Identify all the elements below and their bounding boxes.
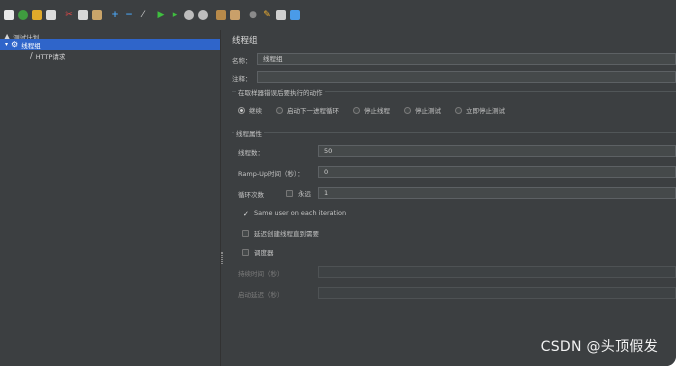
toggle-icon[interactable]: ⁄	[138, 10, 148, 20]
scheduler-label: 调度器	[254, 249, 274, 257]
rampup-field[interactable]: 0	[318, 166, 676, 178]
same-user-label: Same user on each iteration	[254, 209, 347, 217]
copy-icon[interactable]	[78, 10, 88, 20]
loop-forever-label: 永远	[298, 190, 311, 198]
rampup-label: Ramp-Up时间（秒）：	[238, 170, 304, 178]
on-error-option-stop-test-now[interactable]: 立即停止测试	[455, 105, 505, 115]
clear-all-icon[interactable]	[230, 10, 240, 20]
thread-group-panel: 线程组 名称： 线程组 注释： 在取样器错误后要执行的动作 继续 启动下一进程循…	[224, 30, 676, 366]
expand-toggle-icon[interactable]: ▾	[5, 41, 8, 49]
remove-icon[interactable]: −	[124, 10, 134, 20]
radio-button[interactable]	[353, 106, 360, 114]
on-error-option-stop-thread[interactable]: 停止线程	[353, 105, 390, 115]
tree-item-label: 线程组	[21, 41, 41, 50]
option-label: 继续	[249, 107, 262, 115]
on-error-option-continue[interactable]: 继续	[238, 105, 262, 115]
option-label: 停止线程	[364, 107, 390, 115]
checkmark-icon[interactable]: ✓	[242, 209, 249, 217]
shutdown-icon[interactable]	[198, 10, 208, 20]
watermark: CSDN @头顶假发	[540, 339, 658, 355]
radio-button[interactable]	[276, 106, 283, 114]
search-icon[interactable]: ●	[248, 10, 258, 20]
new-plan-icon[interactable]	[4, 10, 14, 20]
start-icon[interactable]: ▶	[156, 10, 166, 20]
reset-search-icon[interactable]: ✎	[262, 10, 272, 20]
thread-props-section-title: 线程属性	[234, 128, 264, 138]
cut-icon[interactable]: ✂	[64, 10, 74, 20]
startup-delay-field[interactable]	[318, 287, 676, 299]
radio-button[interactable]	[455, 106, 462, 114]
http-sampler-icon: ∕	[30, 50, 33, 60]
thread-group-icon: ⚙	[11, 39, 19, 49]
checkbox[interactable]	[286, 189, 293, 197]
tree-item-http-request[interactable]: ∕ HTTP请求	[30, 50, 220, 61]
on-error-section-title: 在取样器错误后要执行的动作	[236, 87, 325, 97]
add-icon[interactable]: +	[110, 10, 120, 20]
option-label: 停止测试	[415, 107, 441, 115]
splitter-grip[interactable]	[221, 252, 223, 264]
checkbox[interactable]	[242, 229, 249, 237]
comment-label: 注释：	[232, 75, 252, 83]
threads-label: 线程数：	[238, 149, 264, 157]
startup-delay-label: 启动延迟（秒）	[238, 291, 284, 299]
option-label: 启动下一进程循环	[287, 107, 339, 115]
paste-icon[interactable]	[92, 10, 102, 20]
on-error-option-stop-test[interactable]: 停止测试	[404, 105, 441, 115]
toolbar: ✂ + − ⁄ ▶ ▸ ● ✎	[0, 0, 676, 30]
threads-field[interactable]: 50	[318, 145, 676, 157]
delay-thread-creation-checkbox[interactable]: 延迟创建线程直到需要	[242, 228, 319, 238]
jmeter-window: ✂ + − ⁄ ▶ ▸ ● ✎ ▲ 测试计划 ▾ ⚙ 线程组 ∕ HTTP请求	[0, 0, 676, 366]
radio-button[interactable]	[404, 106, 411, 114]
start-no-pauses-icon[interactable]: ▸	[170, 10, 180, 20]
clear-icon[interactable]	[216, 10, 226, 20]
loop-count-field[interactable]: 1	[318, 187, 676, 199]
help-icon[interactable]	[290, 10, 300, 20]
on-error-options: 继续 启动下一进程循环 停止线程 停止测试 立即停止测试	[238, 105, 519, 115]
tree-item-label: HTTP请求	[35, 52, 66, 61]
duration-label: 持续时间（秒）	[238, 270, 284, 278]
duration-field[interactable]	[318, 266, 676, 278]
loop-forever-checkbox[interactable]: 永远	[286, 188, 311, 198]
panel-title: 线程组	[232, 36, 258, 46]
save-icon[interactable]	[46, 10, 56, 20]
option-label: 立即停止测试	[466, 107, 505, 115]
divider	[232, 132, 676, 133]
stop-icon[interactable]	[184, 10, 194, 20]
on-error-option-next-loop[interactable]: 启动下一进程循环	[276, 105, 339, 115]
function-helper-icon[interactable]	[276, 10, 286, 20]
name-field[interactable]: 线程组	[257, 53, 676, 65]
loop-label: 循环次数	[238, 191, 264, 199]
delay-label: 延迟创建线程直到需要	[254, 230, 319, 238]
comment-field[interactable]	[257, 71, 676, 83]
checkbox[interactable]	[242, 248, 249, 256]
name-label: 名称：	[232, 57, 252, 65]
tree-item-thread-group[interactable]: ▾ ⚙ 线程组	[0, 39, 220, 50]
open-icon[interactable]	[32, 10, 42, 20]
templates-icon[interactable]	[18, 10, 28, 20]
radio-button[interactable]	[238, 106, 245, 114]
scheduler-checkbox[interactable]: 调度器	[242, 247, 274, 257]
test-plan-tree: ▲ 测试计划 ▾ ⚙ 线程组 ∕ HTTP请求	[0, 30, 220, 366]
same-user-checkbox[interactable]: ✓ Same user on each iteration	[242, 209, 346, 217]
